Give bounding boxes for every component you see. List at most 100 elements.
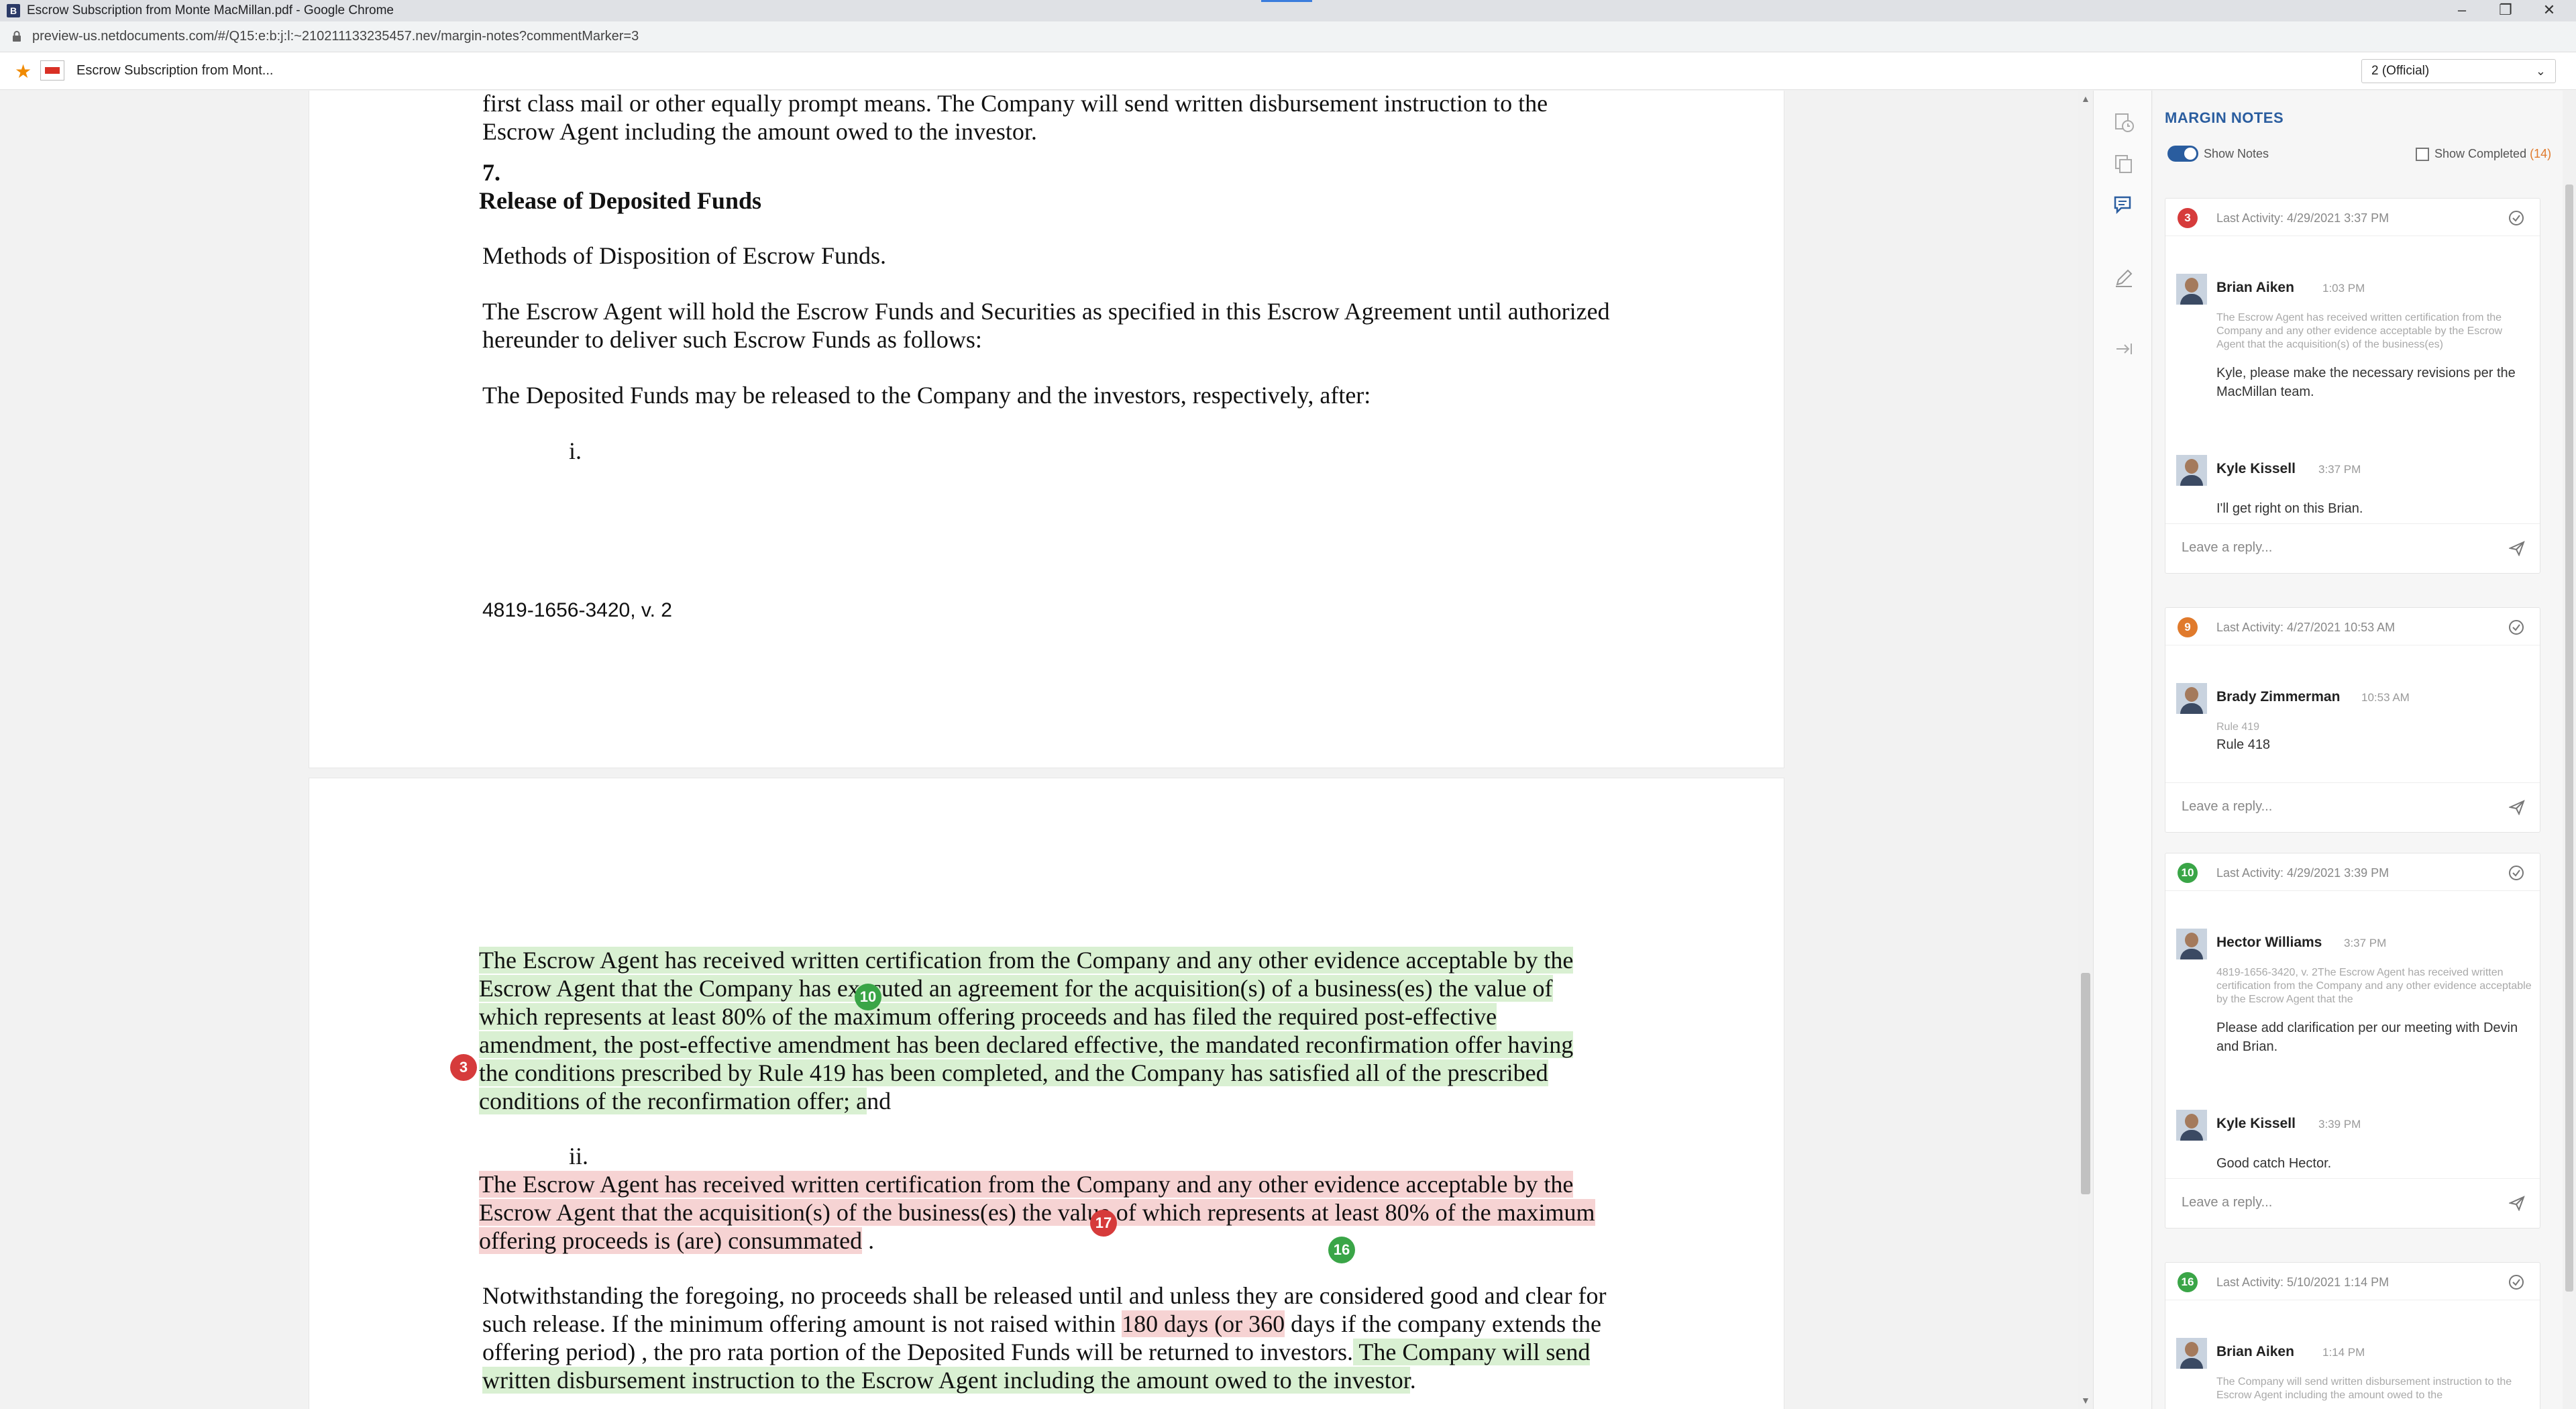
copy-icon[interactable] xyxy=(2112,152,2135,175)
comment-body: I'll get right on this Brian. xyxy=(2216,501,2363,516)
highlighted-text[interactable]: Escrow Agent that the acquisition(s) of … xyxy=(479,1199,1595,1226)
send-icon[interactable] xyxy=(2509,799,2525,815)
comment-marker[interactable]: 16 xyxy=(1328,1237,1355,1263)
list-item-number: i. xyxy=(569,437,582,464)
avatar xyxy=(2176,683,2207,714)
section-number: 7. xyxy=(482,159,500,186)
reply-input[interactable]: Leave a reply... xyxy=(2182,1195,2272,1210)
show-completed-label: Show Completed (14) xyxy=(2434,147,2551,161)
collapse-icon[interactable] xyxy=(2112,337,2135,360)
document-footer-id: 4819-1656-3420, v. 2 xyxy=(482,599,672,621)
highlighted-text[interactable]: the conditions prescribed by Rule 419 ha… xyxy=(479,1059,1548,1086)
doc-line: Notwithstanding the foregoing, no procee… xyxy=(482,1282,1607,1309)
scroll-up-arrow-icon[interactable]: ▲ xyxy=(2081,93,2090,104)
comment-time: 10:53 AM xyxy=(2361,691,2410,704)
comment-author: Kyle Kissell xyxy=(2216,1116,2296,1131)
note-card-header: 16 Last Activity: 5/10/2021 1:14 PM xyxy=(2165,1263,2540,1300)
comment-time: 3:39 PM xyxy=(2318,1118,2361,1131)
window-title: Escrow Subscription from Monte MacMillan… xyxy=(27,3,394,17)
note-badge[interactable]: 9 xyxy=(2178,617,2198,637)
tool-rail xyxy=(2093,91,2152,1409)
note-card-header: 3 Last Activity: 4/29/2021 3:37 PM xyxy=(2165,199,2540,236)
highlighted-text[interactable]: which represents at least 80% of the max… xyxy=(479,1003,1497,1030)
doc-line: hereunder to deliver such Escrow Funds a… xyxy=(482,326,982,353)
note-card[interactable]: 16 Last Activity: 5/10/2021 1:14 PM Bria… xyxy=(2165,1262,2540,1409)
document-page-2: The Escrow Agent has received written ce… xyxy=(309,778,1784,1409)
restore-button[interactable]: ❐ xyxy=(2485,0,2526,21)
doc-text: . xyxy=(862,1227,875,1254)
document-name: Escrow Subscription from Mont... xyxy=(76,63,274,78)
document-toolbar: ★ Escrow Subscription from Mont... 2 (Of… xyxy=(0,52,2576,90)
minimize-button[interactable]: – xyxy=(2442,0,2482,21)
complete-check-icon[interactable] xyxy=(2508,619,2525,636)
avatar xyxy=(2176,1110,2207,1141)
version-select[interactable]: 2 (Official) ⌄ xyxy=(2361,59,2556,83)
highlighted-text[interactable]: 180 days (or 360 xyxy=(1122,1310,1285,1337)
show-notes-toggle[interactable] xyxy=(2167,146,2198,162)
comment-quote: The Company will send written disburseme… xyxy=(2216,1376,2512,1401)
note-badge[interactable]: 16 xyxy=(2178,1272,2198,1292)
comments-icon[interactable] xyxy=(2112,194,2135,217)
comment-time: 1:03 PM xyxy=(2322,282,2365,295)
complete-check-icon[interactable] xyxy=(2508,864,2525,882)
lock-icon xyxy=(13,31,21,42)
tab-indicator xyxy=(1261,0,1312,2)
comment-author: Kyle Kissell xyxy=(2216,461,2296,476)
highlighted-text[interactable]: conditions of the reconfirmation offer; … xyxy=(479,1088,867,1114)
favorite-star-icon[interactable]: ★ xyxy=(15,60,32,83)
note-card[interactable]: 9 Last Activity: 4/27/2021 10:53 AM Brad… xyxy=(2165,607,2540,833)
pen-icon[interactable] xyxy=(2112,266,2135,289)
url-text[interactable]: preview-us.netdocuments.com/#/Q15:e:b:j:… xyxy=(32,29,639,44)
complete-check-icon[interactable] xyxy=(2508,209,2525,227)
comment-marker[interactable]: 17 xyxy=(1090,1210,1117,1237)
scrollbar-thumb[interactable] xyxy=(2565,185,2573,1292)
note-badge[interactable]: 10 xyxy=(2178,863,2198,883)
note-card[interactable]: 10 Last Activity: 4/29/2021 3:39 PM Hect… xyxy=(2165,853,2540,1229)
close-window-button[interactable]: ✕ xyxy=(2529,0,2569,21)
document-viewer[interactable]: first class mail or other equally prompt… xyxy=(0,91,2093,1409)
scrollbar-thumb[interactable] xyxy=(2081,973,2090,1194)
avatar xyxy=(2176,455,2207,486)
reply-input[interactable]: Leave a reply... xyxy=(2182,540,2272,556)
comment-marker[interactable]: 10 xyxy=(855,984,881,1010)
reply-box[interactable]: Leave a reply... xyxy=(2165,1178,2540,1228)
note-badge[interactable]: 3 xyxy=(2178,208,2198,228)
complete-check-icon[interactable] xyxy=(2508,1273,2525,1291)
version-select-value: 2 (Official) xyxy=(2371,64,2430,78)
notes-scrollbar[interactable] xyxy=(2563,91,2576,1409)
scroll-down-arrow-icon[interactable]: ▼ xyxy=(2081,1395,2090,1406)
last-activity: Last Activity: 4/29/2021 3:39 PM xyxy=(2216,866,2390,880)
doc-text: such release. If the minimum offering am… xyxy=(482,1310,1122,1337)
send-icon[interactable] xyxy=(2509,540,2525,556)
note-card[interactable]: 3 Last Activity: 4/29/2021 3:37 PM Brian… xyxy=(2165,198,2540,574)
comment-quote: Rule 419 xyxy=(2216,721,2260,733)
comment-body: Please add clarification per our meeting… xyxy=(2216,1021,2518,1054)
avatar xyxy=(2176,1338,2207,1369)
highlighted-text[interactable]: written disbursement instruction to the … xyxy=(482,1367,1410,1394)
reply-box[interactable]: Leave a reply... xyxy=(2165,523,2540,573)
reply-box[interactable]: Leave a reply... xyxy=(2165,782,2540,832)
highlighted-text[interactable]: amendment, the post-effective amendment … xyxy=(479,1031,1574,1058)
highlighted-text[interactable]: offering proceeds is (are) consummated xyxy=(479,1227,863,1254)
comment-time: 3:37 PM xyxy=(2344,937,2387,949)
section-title: Release of Deposited Funds xyxy=(479,187,761,214)
show-completed-checkbox[interactable] xyxy=(2416,148,2429,161)
document-scrollbar[interactable]: ▲ ▼ xyxy=(2078,91,2093,1409)
comment-quote: 4819-1656-3420, v. 2The Escrow Agent has… xyxy=(2216,967,2532,1005)
highlighted-text[interactable]: The Company will send xyxy=(1353,1339,1591,1365)
reply-input[interactable]: Leave a reply... xyxy=(2182,799,2272,815)
comment-marker[interactable]: 3 xyxy=(450,1054,477,1081)
doc-text: . xyxy=(1409,1367,1416,1394)
note-card-header: 9 Last Activity: 4/27/2021 10:53 AM xyxy=(2165,608,2540,645)
margin-notes-panel: MARGIN NOTES Show Notes Show Completed (… xyxy=(2153,91,2563,1409)
highlighted-text[interactable]: The Escrow Agent has received written ce… xyxy=(479,1171,1574,1198)
send-icon[interactable] xyxy=(2509,1195,2525,1211)
comment-author: Brady Zimmerman xyxy=(2216,689,2341,704)
highlighted-text[interactable]: The Escrow Agent has received written ce… xyxy=(479,947,1574,974)
comment-body: Good catch Hector. xyxy=(2216,1156,2332,1171)
address-bar[interactable]: preview-us.netdocuments.com/#/Q15:e:b:j:… xyxy=(0,21,2576,52)
highlighted-text[interactable]: Escrow Agent that the Company has execut… xyxy=(479,975,1553,1002)
history-icon[interactable] xyxy=(2112,111,2135,134)
last-activity: Last Activity: 4/27/2021 10:53 AM xyxy=(2216,621,2396,634)
pdf-file-icon xyxy=(40,60,64,81)
